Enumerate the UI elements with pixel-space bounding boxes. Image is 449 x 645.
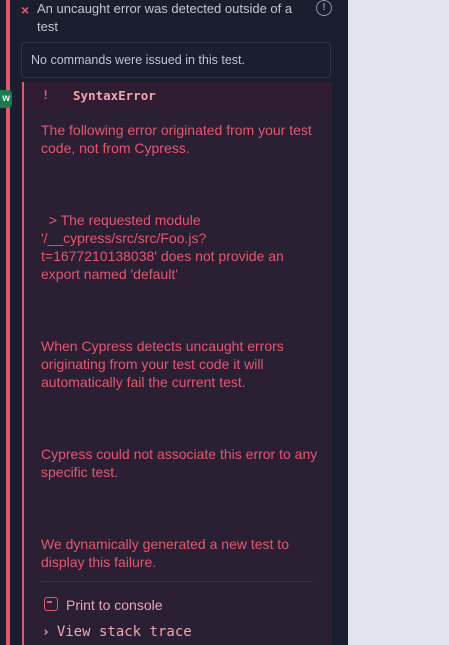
- info-circle-icon[interactable]: !: [316, 0, 332, 16]
- error-message-association: Cypress could not associate this error t…: [41, 446, 318, 480]
- error-header: ! SyntaxError: [24, 82, 332, 110]
- error-message-autofail: When Cypress detects uncaught errors ori…: [41, 338, 284, 390]
- failed-x-icon: ×: [21, 2, 30, 18]
- error-name: SyntaxError: [73, 88, 156, 103]
- error-panel: ! SyntaxError The following error origin…: [24, 82, 332, 645]
- error-message-generated: We dynamically generated a new test to d…: [41, 536, 289, 570]
- app-preview-area: [348, 0, 449, 645]
- error-divider: [41, 581, 313, 582]
- error-exclamation-icon: !: [42, 88, 50, 102]
- view-stack-trace-label: View stack trace: [56, 624, 192, 640]
- test-title[interactable]: An uncaught error was detected outside o…: [37, 0, 307, 36]
- error-message-detail: > The requested module '/__cypress/src/s…: [41, 212, 288, 282]
- reporter-panel: w × An uncaught error was detected outsi…: [0, 0, 348, 645]
- print-to-console-label: Print to console: [66, 597, 163, 613]
- terminal-icon: [44, 597, 58, 611]
- studio-badge[interactable]: w: [0, 90, 12, 108]
- test-header[interactable]: × An uncaught error was detected outside…: [14, 0, 348, 40]
- no-commands-notice: No commands were issued in this test.: [21, 42, 331, 78]
- error-message-origin: The following error originated from your…: [41, 122, 312, 156]
- chevron-right-icon: ›: [42, 625, 50, 640]
- view-stack-trace-toggle[interactable]: › View stack trace: [42, 623, 192, 643]
